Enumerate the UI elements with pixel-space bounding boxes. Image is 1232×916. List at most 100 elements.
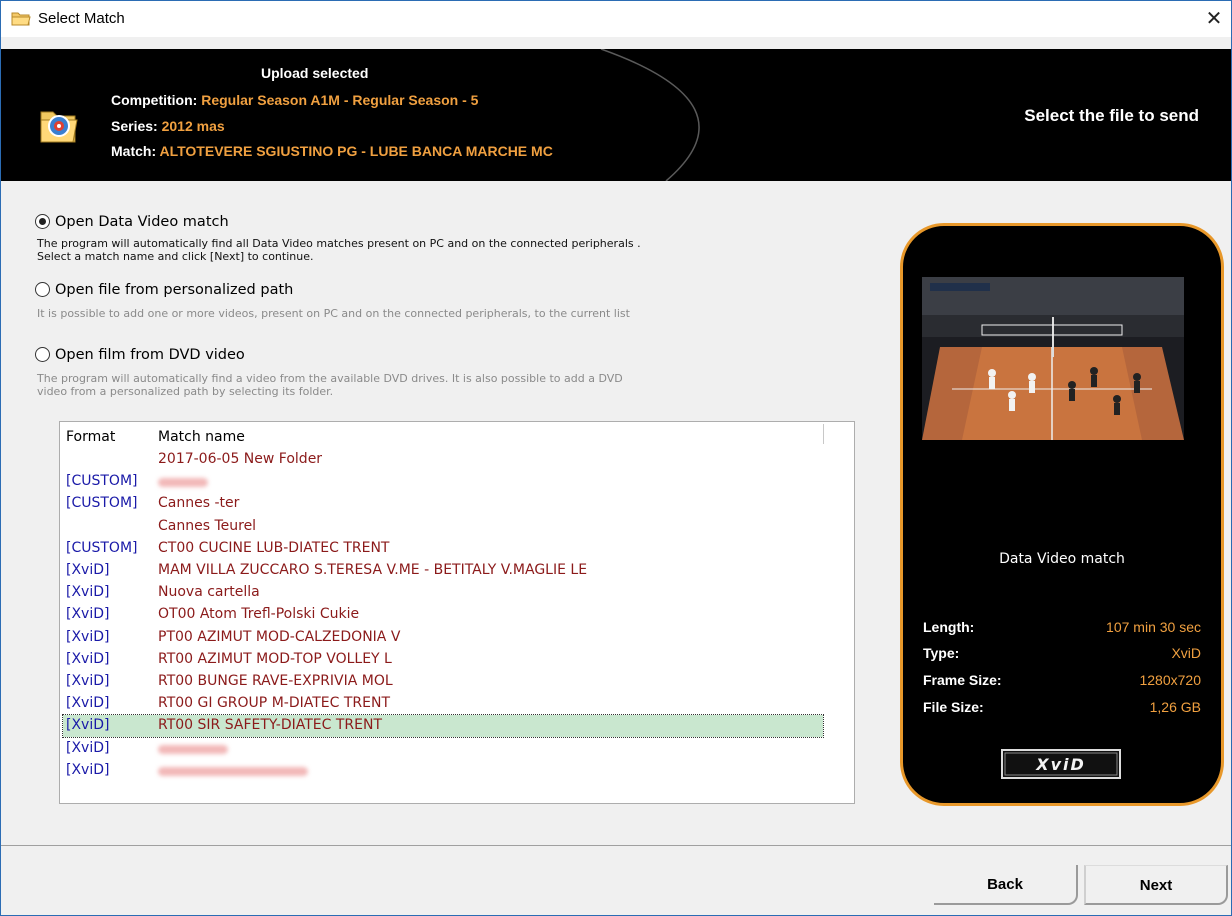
next-button[interactable]: Next	[1084, 865, 1228, 905]
table-row[interactable]: [XviD] PT00 AZIMUT MOD-CALZEDONIA V	[63, 627, 823, 649]
redacted-name	[158, 744, 228, 754]
preview-panel: Data Video match Length: 107 min 30 sec …	[900, 223, 1224, 806]
row-match-name: 2017-06-05 New Folder	[158, 451, 323, 467]
match-label: Match:	[111, 143, 157, 159]
window-title: Select Match	[38, 10, 125, 27]
row-format: [XviD]	[66, 650, 110, 667]
table-row[interactable]: [XviD] RT00 GI GROUP M-DIATEC TRENT	[63, 693, 823, 715]
table-row[interactable]: [XviD]	[63, 738, 823, 760]
table-row[interactable]: [XviD] OT00 Atom Trefl-Polski Cukie	[63, 604, 823, 626]
series-value: 2012 mas	[161, 118, 225, 134]
table-row[interactable]: 2017-06-05 New Folder	[63, 449, 823, 471]
redacted-name	[158, 766, 308, 776]
row-format: [CUSTOM]	[66, 473, 138, 490]
option-personalized-path-desc: It is possible to add one or more videos…	[37, 307, 630, 320]
option-dvd-video-desc-2: video from a personalized path by select…	[37, 385, 334, 398]
row-match-name: PT00 AZIMUT MOD-CALZEDONIA V	[158, 628, 401, 645]
length-value: 107 min 30 sec	[1106, 619, 1201, 635]
row-match-name: RT00 BUNGE RAVE-EXPRIVIA MOL	[158, 673, 393, 689]
row-match-name	[158, 473, 208, 489]
option-data-video-desc-1: The program will automatically find all …	[37, 237, 641, 250]
file-size-value: 1,26 GB	[1149, 699, 1201, 715]
step-caption: Select the file to send	[1024, 106, 1199, 125]
video-thumbnail	[922, 277, 1184, 440]
row-match-name: CT00 CUCINE LUB-DIATEC TRENT	[158, 539, 390, 556]
option-dvd-video-desc-1: The program will automatically find a vi…	[37, 372, 623, 385]
radio-data-video-match[interactable]	[35, 214, 50, 229]
row-format: [XviD]	[66, 628, 110, 645]
row-format: [XviD]	[66, 584, 110, 601]
table-row[interactable]: [XviD] MAM VILLA ZUCCARO S.TERESA V.ME - …	[63, 560, 823, 582]
upload-heading: Upload selected	[261, 65, 369, 81]
match-line: Match: ALTOTEVERE SGIUSTINO PG - LUBE BA…	[111, 143, 553, 159]
match-value: ALTOTEVERE SGIUSTINO PG - LUBE BANCA MAR…	[159, 143, 553, 159]
row-match-name: Cannes -ter	[158, 495, 240, 512]
competition-line: Competition: Regular Season A1M - Regula…	[111, 92, 478, 108]
row-format: [CUSTOM]	[66, 539, 138, 556]
row-format: [XviD]	[66, 695, 110, 712]
header-banner: Upload selected Competition: Regular Sea…	[1, 49, 1231, 181]
type-label: Type:	[923, 645, 960, 661]
option-data-video-desc-2: Select a match name and click [Next] to …	[37, 250, 314, 263]
radio-dvd-video[interactable]	[35, 347, 50, 362]
close-icon: ✕	[1205, 6, 1223, 30]
row-match-name: OT00 Atom Trefl-Polski Cukie	[158, 606, 360, 623]
upload-logo-icon	[40, 111, 78, 143]
table-row[interactable]: [CUSTOM]	[63, 471, 823, 493]
redacted-name	[158, 478, 208, 488]
row-match-name: RT00 AZIMUT MOD-TOP VOLLEY L	[158, 650, 392, 667]
option-personalized-path[interactable]: Open file from personalized path	[35, 282, 293, 298]
radio-personalized-path[interactable]	[35, 282, 50, 297]
row-match-name: Cannes Teurel	[158, 517, 257, 534]
row-match-name	[158, 740, 228, 756]
column-header-match-name[interactable]: Match name	[158, 429, 245, 445]
competition-value: Regular Season A1M - Regular Season - 5	[201, 92, 479, 108]
option-dvd-video[interactable]: Open film from DVD video	[35, 347, 245, 363]
option-personalized-path-label: Open file from personalized path	[55, 282, 294, 298]
match-list[interactable]: Format Match name 2017-06-05 New Folder […	[59, 421, 855, 804]
type-value: XviD	[1171, 645, 1201, 661]
table-row[interactable]: [XviD]	[63, 760, 823, 782]
series-line: Series: 2012 mas	[111, 118, 225, 134]
row-format: [CUSTOM]	[66, 495, 138, 512]
column-divider	[823, 424, 824, 444]
option-dvd-video-label: Open film from DVD video	[55, 347, 245, 363]
frame-size-value: 1280x720	[1139, 672, 1201, 688]
option-data-video-desc: The program will automatically find all …	[37, 237, 641, 263]
competition-label: Competition:	[111, 92, 198, 108]
row-match-name: Nuova cartella	[158, 584, 260, 601]
option-personalized-path-desc-1: It is possible to add one or more videos…	[37, 307, 630, 320]
row-format: [XviD]	[66, 761, 110, 778]
table-row[interactable]: [CUSTOM] CT00 CUCINE LUB-DIATEC TRENT	[63, 538, 823, 560]
row-match-name: RT00 GI GROUP M-DIATEC TRENT	[158, 695, 390, 712]
footer-separator	[1, 845, 1231, 846]
row-format: [XviD]	[66, 673, 110, 689]
table-row[interactable]: [XviD] Nuova cartella	[63, 582, 823, 604]
frame-size-label: Frame Size:	[923, 672, 1002, 688]
table-row[interactable]: [XviD] RT00 SIR SAFETY-DIATEC TRENT	[62, 714, 824, 739]
title-bar: Select Match ✕	[1, 1, 1231, 37]
row-match-name: MAM VILLA ZUCCARO S.TERESA V.ME - BETITA…	[158, 562, 588, 578]
table-row[interactable]: [XviD] RT00 BUNGE RAVE-EXPRIVIA MOL	[63, 671, 823, 693]
table-row[interactable]: Cannes Teurel	[63, 516, 823, 538]
row-format: [XviD]	[66, 739, 110, 756]
row-format: [XviD]	[66, 606, 110, 623]
close-button[interactable]: ✕	[1201, 5, 1227, 31]
series-label: Series:	[111, 118, 158, 134]
select-match-window: Select Match ✕ Upload selected Competiti…	[0, 0, 1232, 916]
file-size-label: File Size:	[923, 699, 984, 715]
preview-title: Data Video match	[999, 551, 1125, 567]
option-data-video-match[interactable]: Open Data Video match	[35, 214, 229, 230]
option-data-video-label: Open Data Video match	[55, 214, 229, 230]
table-row[interactable]: [CUSTOM] Cannes -ter	[63, 493, 823, 515]
row-match-name	[158, 762, 308, 778]
table-row[interactable]: [XviD] RT00 AZIMUT MOD-TOP VOLLEY L	[63, 649, 823, 671]
row-format: [XviD]	[66, 717, 110, 734]
xvid-logo: XviD	[1001, 749, 1121, 779]
back-button[interactable]: Back	[934, 865, 1078, 905]
option-dvd-video-desc: The program will automatically find a vi…	[37, 372, 623, 398]
column-header-format[interactable]: Format	[66, 429, 115, 445]
folder-icon	[11, 12, 31, 26]
xvid-logo-text: XviD	[1035, 755, 1086, 774]
length-label: Length:	[923, 619, 975, 635]
